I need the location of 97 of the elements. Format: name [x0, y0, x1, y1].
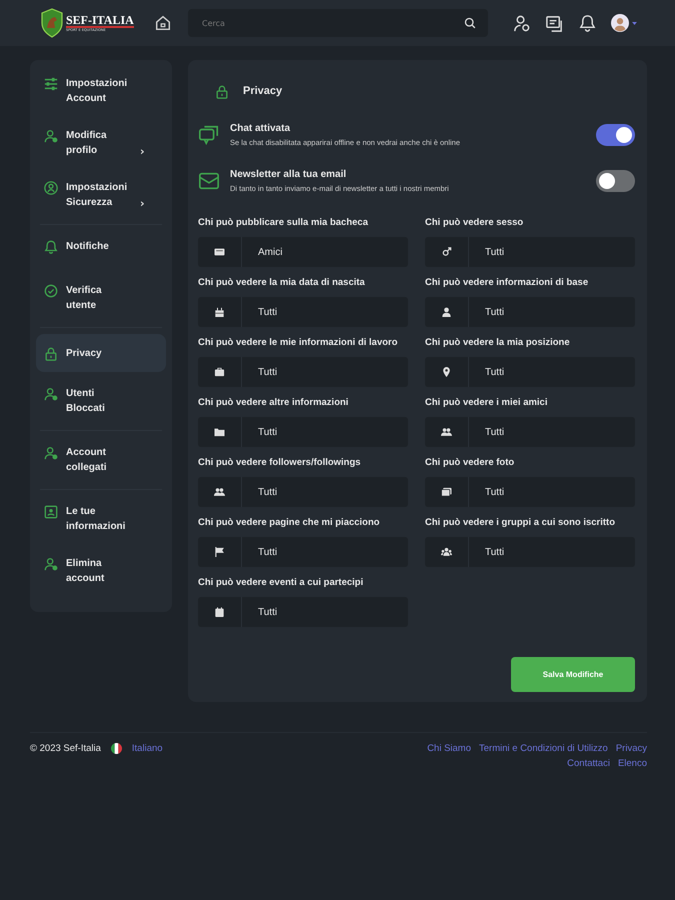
setting-title: Newsletter alla tua email [230, 169, 348, 180]
home-icon[interactable] [154, 14, 172, 32]
select-field[interactable]: Amici [198, 237, 408, 267]
user-icon[interactable] [512, 14, 531, 32]
field-label: Chi può vedere i miei amici [425, 396, 548, 410]
footer-link[interactable]: Privacy [616, 741, 647, 756]
card-icon [214, 247, 225, 257]
chat-icon [198, 124, 220, 146]
sidebar-item[interactable]: Impostazioni Sicurezza › [36, 172, 166, 218]
sidebar-item[interactable]: Notifiche [36, 231, 166, 269]
setting-title: Chat attivata [230, 123, 292, 134]
sidebar-item-label: Impostazioni Sicurezza [66, 181, 128, 210]
copyright: © 2023 Sef-Italia [30, 743, 101, 754]
user-icon [44, 557, 58, 571]
people-icon [214, 487, 225, 497]
photos-icon [441, 487, 452, 497]
user-icon [44, 129, 58, 143]
sidebar-item-label: Verifica utente [66, 284, 103, 313]
field-label: Chi può vedere followers/followings [198, 456, 362, 470]
field-label: Chi può vedere i gruppi a cui sono iscritto [425, 516, 616, 530]
lock-icon [44, 346, 58, 360]
footer-link[interactable]: Termini e Condizioni di Utilizzo [479, 741, 608, 756]
field-label: Chi può vedere le mie informazioni di lavoro [198, 336, 399, 350]
search-field[interactable]: Cerca [188, 9, 488, 37]
bell-icon[interactable] [578, 14, 597, 32]
user-icon [44, 387, 58, 401]
sidebar-item[interactable]: Le tue informazioni [36, 496, 166, 542]
select-field[interactable]: Tutti [198, 537, 408, 567]
sidebar-item-label: Le tue informazioni [66, 505, 126, 534]
panel-title: Privacy [243, 85, 282, 97]
id-card-icon [44, 505, 58, 519]
select-field[interactable]: Tutti [425, 297, 635, 327]
envelope-icon [198, 170, 220, 192]
sliders-icon [44, 77, 58, 91]
lock-icon [215, 84, 229, 98]
check-circle-icon [44, 284, 58, 298]
field-label: Chi può vedere informazioni di base [425, 276, 590, 290]
sidebar-item-label: Account collegati [66, 446, 108, 475]
sidebar-item-label: Utenti Bloccati [66, 387, 106, 416]
user-circle-icon [44, 181, 58, 195]
select-field[interactable]: Tutti [198, 417, 408, 447]
language-link[interactable]: Italiano [132, 741, 163, 756]
chevron: › [140, 197, 145, 210]
footer-link[interactable]: Chi Siamo [427, 741, 472, 756]
messages-icon[interactable] [545, 14, 564, 32]
toggle-switch[interactable] [596, 124, 635, 146]
toggle-switch[interactable] [596, 170, 635, 192]
select-field[interactable]: Tutti [198, 597, 408, 627]
calendar-icon [214, 607, 225, 617]
select-field[interactable]: Tutti [425, 477, 635, 507]
folder-icon [214, 427, 225, 437]
briefcase-icon [214, 367, 225, 377]
field-label: Chi può vedere foto [425, 456, 516, 470]
select-field[interactable]: Tutti [425, 417, 635, 447]
gender-icon [441, 247, 452, 257]
bell-icon [44, 240, 58, 254]
sidebar-item-label: Notifiche [66, 240, 110, 254]
italy-flag-icon[interactable] [110, 743, 122, 754]
select-field[interactable]: Tutti [198, 297, 408, 327]
shield-logo-icon [40, 8, 64, 38]
person-icon [441, 307, 452, 317]
location-pin-icon [441, 367, 452, 377]
cake-icon [214, 307, 225, 317]
sidebar-item[interactable]: Modifica profilo › [36, 120, 166, 166]
sidebar-item-label: Modifica profilo [66, 129, 108, 158]
sidebar-item[interactable]: Account collegati [36, 437, 166, 483]
select-field[interactable]: Tutti [198, 477, 408, 507]
sidebar-item[interactable]: Verifica utente [36, 275, 166, 321]
people-icon [441, 427, 452, 437]
select-field[interactable]: Tutti [198, 357, 408, 387]
select-field[interactable]: Tutti [425, 237, 635, 267]
select-field[interactable]: Tutti [425, 537, 635, 567]
sidebar-item-label: Privacy [66, 346, 103, 360]
field-label: Chi può pubblicare sulla mia bacheca [198, 216, 370, 230]
field-label: Chi può vedere sesso [425, 216, 524, 230]
group-icon [441, 547, 452, 557]
footer-link[interactable]: Contattaci [567, 756, 610, 771]
field-label: Chi può vedere la mia data di nascita [198, 276, 366, 290]
sidebar-item[interactable]: Elimina account [36, 548, 166, 594]
caret-icon[interactable] [632, 22, 637, 24]
sidebar-item-label: Elimina account [66, 557, 106, 586]
logo-title: SEF-ITALIA [66, 14, 134, 28]
field-label: Chi può vedere la mia posizione [425, 336, 571, 350]
search-icon[interactable] [464, 17, 476, 29]
select-field[interactable]: Tutti [425, 357, 635, 387]
field-label: Chi può vedere eventi a cui partecipi [198, 576, 364, 590]
footer-link[interactable]: Elenco [618, 756, 647, 771]
field-label: Chi può vedere altre informazioni [198, 396, 350, 410]
flag-icon [214, 547, 225, 557]
field-label: Chi può vedere pagine che mi piacciono [198, 516, 381, 530]
sidebar-item[interactable]: Impostazioni Account [36, 68, 166, 114]
chevron: › [140, 145, 145, 158]
user-icon [44, 446, 58, 460]
sidebar-item-label: Impostazioni Account [66, 77, 128, 106]
avatar[interactable] [611, 14, 629, 32]
sidebar-item[interactable]: Privacy [36, 334, 166, 372]
sidebar-item[interactable]: Utenti Bloccati [36, 378, 166, 424]
